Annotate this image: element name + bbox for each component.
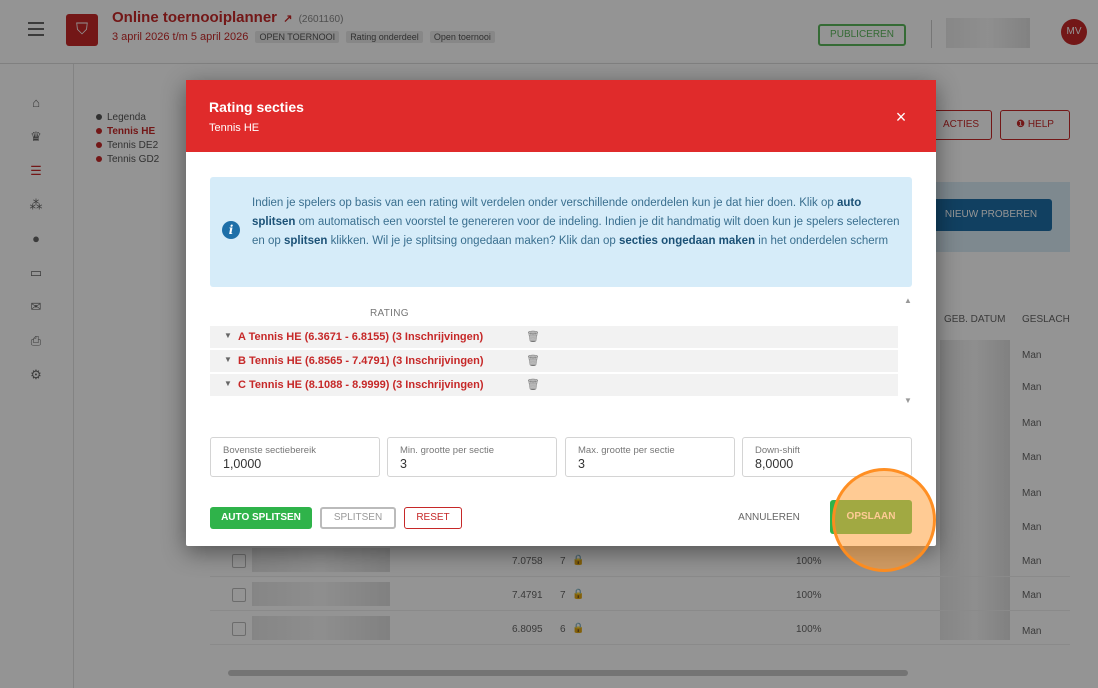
caret-down-icon[interactable]: ▼	[224, 331, 232, 340]
max-size-input[interactable]	[578, 457, 728, 471]
caret-down-icon[interactable]: ▼	[224, 355, 232, 364]
field-label: Down-shift	[755, 445, 800, 456]
trash-icon[interactable]: 🗑	[526, 330, 540, 343]
down-shift-field[interactable]: Down-shift	[742, 437, 912, 477]
scroll-down-icon[interactable]: ▼	[904, 396, 912, 405]
upper-section-range-input[interactable]	[223, 457, 373, 471]
min-size-field[interactable]: Min. grootte per sectie	[387, 437, 557, 477]
info-message: i Indien je spelers op basis van een rat…	[210, 177, 912, 287]
trash-icon[interactable]: 🗑	[526, 354, 540, 367]
rating-column-header: RATING	[370, 308, 409, 319]
section-label: A Tennis HE (6.3671 - 6.8155) (3 Inschri…	[238, 331, 484, 343]
max-size-field[interactable]: Max. grootte per sectie	[565, 437, 735, 477]
reset-button[interactable]: RESET	[404, 507, 462, 529]
dialog-subtitle: Tennis HE	[209, 122, 260, 134]
split-button[interactable]: SPLITSEN	[320, 507, 396, 529]
auto-split-button[interactable]: AUTO SPLITSEN	[210, 507, 312, 529]
down-shift-input[interactable]	[755, 457, 905, 471]
dialog-title: Rating secties	[209, 99, 304, 115]
section-row[interactable]: ▼ A Tennis HE (6.3671 - 6.8155) (3 Insch…	[210, 326, 898, 349]
section-row[interactable]: ▼ B Tennis HE (6.8565 - 7.4791) (3 Insch…	[210, 350, 898, 373]
caret-down-icon[interactable]: ▼	[224, 379, 232, 388]
field-label: Max. grootte per sectie	[578, 445, 675, 456]
field-label: Bovenste sectiebereik	[223, 445, 316, 456]
upper-section-range-field[interactable]: Bovenste sectiebereik	[210, 437, 380, 477]
cancel-button[interactable]: ANNULEREN	[734, 507, 804, 529]
field-label: Min. grootte per sectie	[400, 445, 494, 456]
dialog-header: Rating secties Tennis HE ×	[186, 80, 936, 152]
info-icon: i	[222, 221, 240, 239]
section-row[interactable]: ▼ C Tennis HE (8.1088 - 8.9999) (3 Insch…	[210, 374, 898, 397]
save-button[interactable]: OPSLAAN	[830, 500, 912, 534]
rating-sections-dialog: Rating secties Tennis HE × i Indien je s…	[186, 80, 936, 546]
info-text: Indien je spelers op basis van een ratin…	[252, 197, 900, 247]
scroll-up-icon[interactable]: ▲	[904, 296, 912, 305]
close-icon[interactable]: ×	[888, 104, 914, 130]
min-size-input[interactable]	[400, 457, 550, 471]
section-label: C Tennis HE (8.1088 - 8.9999) (3 Inschri…	[238, 379, 484, 391]
rating-sections-list: RATING ▼ A Tennis HE (6.3671 - 6.8155) (…	[210, 296, 916, 406]
trash-icon[interactable]: 🗑	[526, 378, 540, 391]
section-label: B Tennis HE (6.8565 - 7.4791) (3 Inschri…	[238, 355, 484, 367]
